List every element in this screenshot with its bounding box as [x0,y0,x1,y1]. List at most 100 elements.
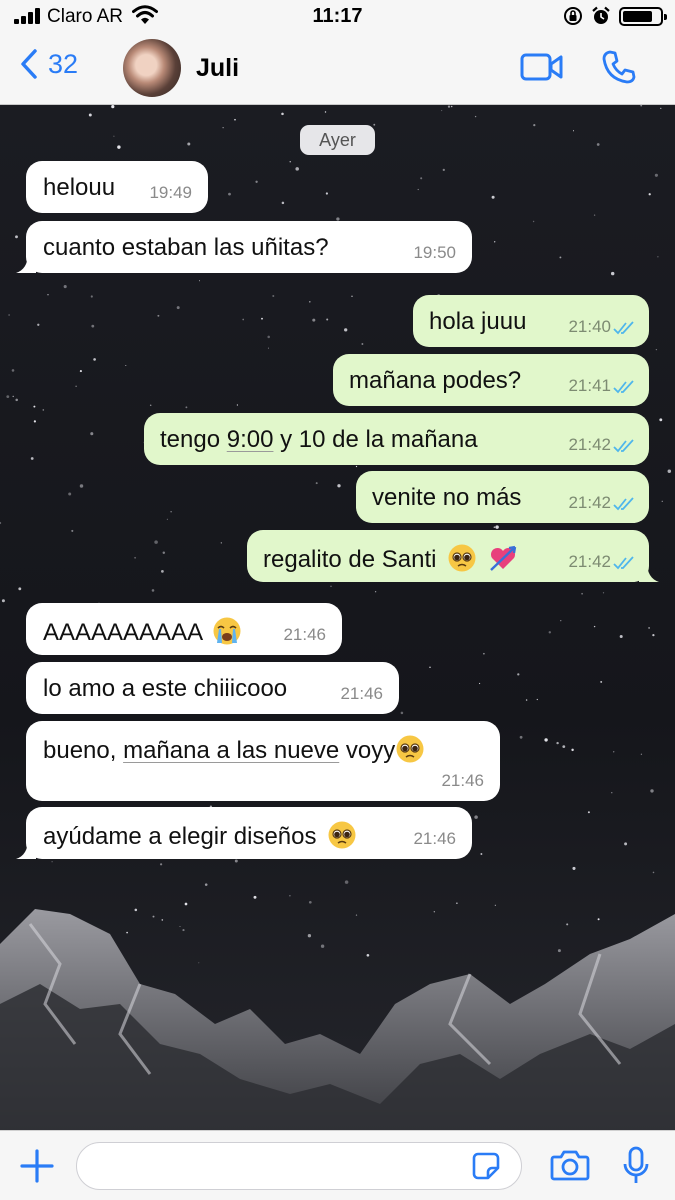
star [652,871,655,874]
message-incoming[interactable]: lo amo a este chiiicooo 21:46 [26,662,399,714]
star [134,908,138,912]
message-outgoing[interactable]: tengo 9:00 y 10 de la mañana 21:42 [144,413,649,465]
star [8,314,10,316]
star [289,161,291,163]
star [429,666,431,668]
video-call-button[interactable] [520,52,564,82]
message-time: 21:46 [413,829,456,848]
star [450,105,453,108]
star [6,395,10,399]
star [517,673,520,676]
star [71,529,74,532]
star [525,699,528,701]
star [234,859,238,863]
phone-call-button[interactable] [601,49,637,85]
star [307,934,312,938]
loudly-crying-face-icon [213,617,241,645]
message-input[interactable] [76,1142,522,1190]
star [51,861,53,863]
read-ticks-icon [613,439,634,453]
star [400,711,404,715]
star [433,911,435,913]
star [33,405,36,408]
star [75,385,77,387]
date-link[interactable]: mañana a las nueve [123,737,339,764]
star [571,748,574,752]
read-ticks-icon [613,380,634,394]
time-link[interactable]: 9:00 [227,426,274,453]
star [184,902,188,906]
contact-avatar[interactable] [123,39,181,97]
star [581,592,583,595]
star [361,343,364,345]
star [619,634,623,639]
message-text: mañana podes? [349,367,522,394]
star [572,130,575,132]
message-incoming[interactable]: bueno, mañana a las nueve voyy 21:46 [26,721,500,801]
message-time: 21:46 [340,684,383,703]
read-ticks-icon [613,497,634,511]
star [657,256,659,258]
message-outgoing[interactable]: mañana podes? 21:41 [333,354,649,406]
star [324,111,327,113]
message-time: 21:46 [283,625,326,644]
star [610,271,615,276]
star [326,318,329,321]
message-time: 21:46 [441,771,484,790]
chat-area[interactable]: Ayer helouu 19:49 cuanto estaban las uñi… [0,104,675,1130]
star [312,318,316,322]
star [366,953,370,957]
message-time: 21:41 [568,376,611,395]
star [654,173,658,177]
message-outgoing[interactable]: hola juuu 21:40 [413,295,649,347]
star [154,540,158,544]
star [344,880,349,884]
sticker-icon[interactable] [472,1152,500,1180]
message-incoming[interactable]: ayúdame a elegir diseños 21:46 [26,807,472,859]
star [660,107,662,110]
contact-name[interactable]: Juli [196,54,239,83]
star [373,123,376,126]
microphone-icon[interactable] [622,1146,650,1186]
message-time: 21:42 [568,493,611,512]
star [474,115,477,118]
star [474,815,478,819]
star [42,409,45,411]
star [198,280,201,282]
star [611,792,613,794]
back-button[interactable]: 32 [18,48,78,80]
star [441,110,443,112]
star [12,395,14,398]
message-outgoing[interactable]: regalito de Santi 21:42 [247,530,649,582]
star [544,738,548,742]
star [456,902,458,904]
star [125,364,127,367]
plus-icon[interactable] [20,1149,54,1183]
star [149,404,152,406]
star [152,915,155,918]
message-incoming[interactable]: helouu 19:49 [26,161,208,213]
message-incoming[interactable]: cuanto estaban las uñitas? 19:50 [26,221,472,273]
star [198,962,200,964]
star [272,294,275,298]
star [315,482,318,485]
message-outgoing[interactable]: venite no más 21:42 [356,471,649,523]
message-time: 21:42 [568,552,611,571]
star [267,347,269,349]
star [495,525,499,529]
star [176,306,180,310]
message-time: 21:42 [568,435,611,454]
bubble-tail [639,562,659,582]
message-text: cuanto estaban las uñitas? [43,234,329,261]
star [587,811,590,814]
star [90,432,94,436]
battery-level [623,10,652,22]
star [11,369,15,372]
star [68,492,72,496]
message-incoming[interactable]: AAAAAAAAAA 21:46 [26,603,342,655]
star [117,145,121,149]
star [652,633,655,637]
message-text: bueno, [43,737,124,764]
star [220,542,222,544]
camera-icon[interactable] [550,1148,590,1182]
